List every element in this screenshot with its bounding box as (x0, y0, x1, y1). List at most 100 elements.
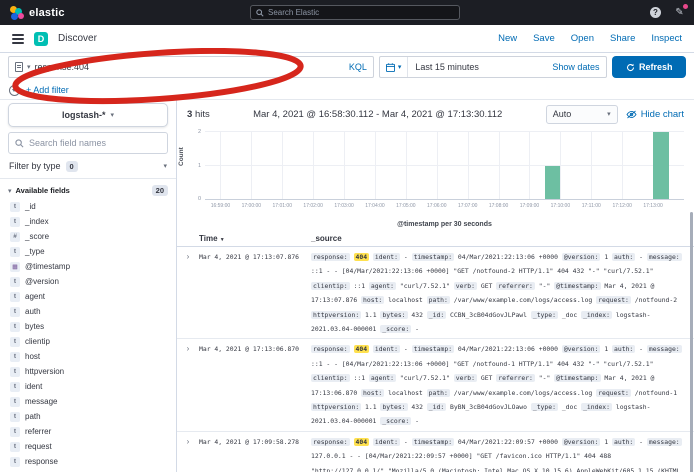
expand-row-icon[interactable]: › (177, 342, 199, 428)
filter-options-icon[interactable] (9, 85, 20, 96)
x-gridline (529, 132, 530, 199)
field-name-badge: request: (596, 389, 631, 397)
string-field-icon: t (10, 217, 20, 227)
field-name-badge: _index: (581, 403, 612, 411)
add-filter-button[interactable]: + Add filter (26, 85, 69, 95)
action-save[interactable]: Save (533, 33, 555, 44)
field-item-ident[interactable]: tident (8, 379, 168, 394)
field-item-request[interactable]: trequest (8, 439, 168, 454)
field-item-type[interactable]: t_type (8, 244, 168, 259)
hits-bar: 3 hits Mar 4, 2021 @ 16:58:30.112 - Mar … (177, 100, 694, 128)
x-tick-label: 17:06:00 (427, 203, 446, 209)
field-name-badge: host: (361, 389, 384, 397)
available-fields-header[interactable]: ▾ Available fields 20 (8, 179, 168, 199)
action-share[interactable]: Share (610, 33, 635, 44)
field-item-host[interactable]: thost (8, 349, 168, 364)
chevron-down-icon[interactable]: ▾ (27, 63, 31, 71)
help-icon[interactable]: ? (650, 7, 661, 18)
query-text[interactable]: response:404 (35, 62, 345, 72)
field-item-clientip[interactable]: tclientip (8, 334, 168, 349)
app-header: D Discover NewSaveOpenShareInspect (0, 25, 694, 53)
global-search-input[interactable]: Search Elastic (250, 5, 460, 20)
vertical-scrollbar[interactable] (690, 212, 693, 472)
field-name-badge: agent: (369, 374, 396, 382)
saved-query-icon[interactable] (15, 62, 23, 72)
row-time: Mar 4, 2021 @ 17:09:58.278 (199, 435, 311, 472)
field-name-badge: response: (311, 253, 350, 261)
table-row[interactable]: ›Mar 4, 2021 @ 17:13:06.870response: 404… (177, 339, 694, 431)
x-tick-label: 17:04:00 (365, 203, 384, 209)
index-pattern-name: logstash-* (62, 110, 106, 120)
x-gridline (220, 132, 221, 199)
column-header-time[interactable]: Time ▼ (199, 234, 311, 243)
string-field-icon: t (10, 307, 20, 317)
field-name-badge: referrer: (496, 374, 535, 382)
field-item-message[interactable]: tmessage (8, 394, 168, 409)
field-item-response[interactable]: tresponse (8, 454, 168, 469)
field-item-path[interactable]: tpath (8, 409, 168, 424)
elastic-logo[interactable]: elastic (10, 6, 65, 20)
x-tick-label: 17:03:00 (334, 203, 353, 209)
field-search-input[interactable]: Search field names (8, 132, 168, 154)
field-name-badge: httpversion: (311, 311, 361, 319)
field-name-badge: timestamp: (412, 345, 454, 353)
interval-select[interactable]: Auto ▾ (546, 105, 618, 124)
query-input[interactable]: ▾ response:404 KQL (8, 56, 374, 78)
action-open[interactable]: Open (571, 33, 594, 44)
action-inspect[interactable]: Inspect (651, 33, 682, 44)
action-new[interactable]: New (498, 33, 517, 44)
field-item-agent[interactable]: tagent (8, 289, 168, 304)
string-field-icon: t (10, 202, 20, 212)
row-source: response: 404 ident: - timestamp: 04/Mar… (311, 250, 694, 336)
expand-row-icon[interactable]: › (177, 435, 199, 472)
field-name-badge: _id: (427, 311, 446, 319)
field-name-badge: _score: (380, 417, 411, 425)
filter-by-type[interactable]: Filter by type 0 ▾ (0, 154, 176, 179)
field-name: _index (25, 217, 49, 226)
field-item-version[interactable]: t@version (8, 274, 168, 289)
table-row[interactable]: ›Mar 4, 2021 @ 17:13:07.876response: 404… (177, 247, 694, 339)
field-item-bytes[interactable]: tbytes (8, 319, 168, 334)
field-item-auth[interactable]: tauth (8, 304, 168, 319)
field-name: _id (25, 202, 36, 211)
string-field-icon: t (10, 322, 20, 332)
y-tick-label: 2 (198, 129, 201, 135)
brand-name: elastic (29, 7, 65, 19)
string-field-icon: t (10, 442, 20, 452)
time-range-value[interactable]: Last 15 minutes (408, 62, 552, 72)
menu-icon[interactable] (12, 34, 24, 44)
date-quick-select[interactable]: ▾ (380, 57, 409, 77)
table-row[interactable]: ›Mar 4, 2021 @ 17:09:58.278response: 404… (177, 432, 694, 472)
histogram-bar[interactable] (545, 166, 560, 200)
field-name-badge: @version: (562, 438, 601, 446)
refresh-button[interactable]: Refresh (612, 56, 686, 78)
chart-plot-area[interactable]: 01216:59:0017:00:0017:01:0017:02:0017:03… (205, 132, 684, 200)
show-dates-button[interactable]: Show dates (552, 62, 606, 72)
field-item-httpversion[interactable]: thttpversion (8, 364, 168, 379)
index-pattern-select[interactable]: logstash-* ▾ (8, 103, 168, 127)
histogram-bar[interactable] (653, 132, 668, 199)
y-tick-label: 0 (198, 196, 201, 202)
field-name-badge: response: (311, 345, 350, 353)
field-item-score[interactable]: #_score (8, 229, 168, 244)
x-gridline (499, 132, 500, 199)
field-item-id[interactable]: t _id (8, 199, 168, 214)
filter-count-badge: 0 (66, 161, 78, 172)
field-name: referrer (25, 427, 51, 436)
hits-count: 3 hits (187, 109, 210, 120)
hide-chart-button[interactable]: Hide chart (626, 109, 684, 120)
query-language-button[interactable]: KQL (349, 62, 367, 72)
field-item-index[interactable]: t _index (8, 214, 168, 229)
global-search-placeholder: Search Elastic (268, 8, 319, 17)
field-name-badge: auth: (612, 345, 635, 353)
field-item-referrer[interactable]: treferrer (8, 424, 168, 439)
x-tick-label: 17:02:00 (303, 203, 322, 209)
expand-row-icon[interactable]: › (177, 250, 199, 336)
time-range-title: Mar 4, 2021 @ 16:58:30.112 - Mar 4, 2021… (218, 109, 538, 120)
field-item-timestamp[interactable]: ⊞@timestamp (8, 259, 168, 274)
histogram-chart: Count 01216:59:0017:00:0017:01:0017:02:0… (177, 128, 688, 230)
field-name-badge: _type: (531, 311, 558, 319)
string-field-icon: t (10, 337, 20, 347)
string-field-icon: t (10, 247, 20, 257)
user-menu-icon[interactable]: ✎ (673, 6, 686, 19)
